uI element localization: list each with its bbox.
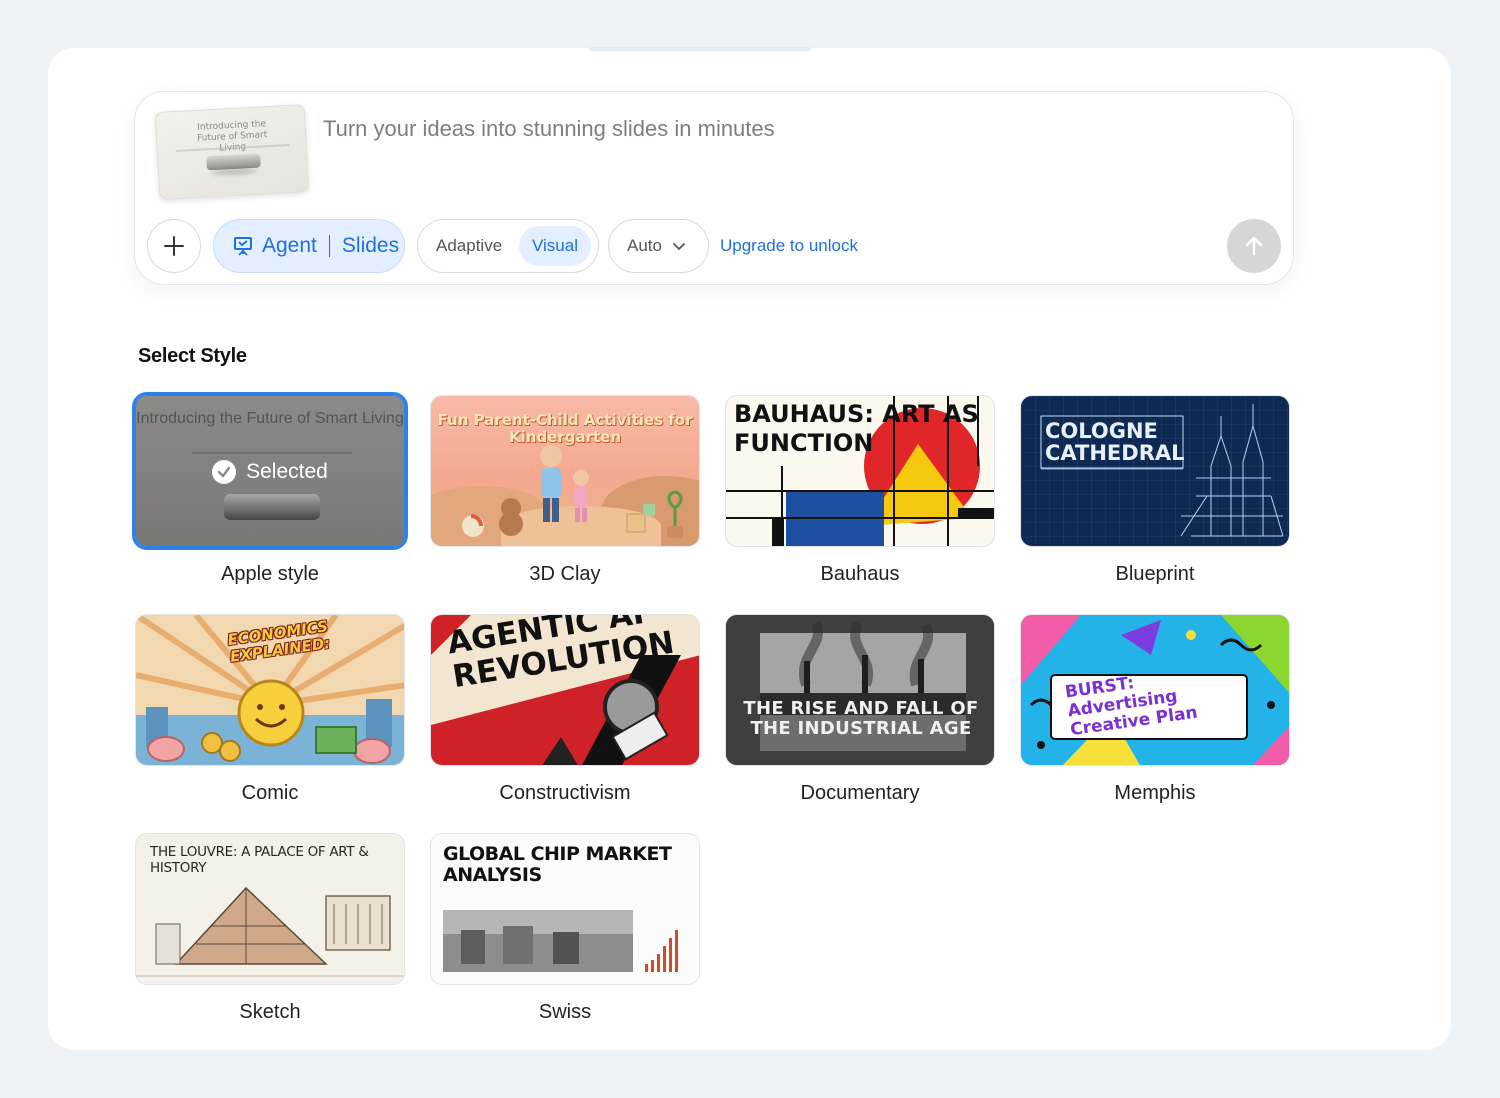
style-card-constructivism[interactable]: AGENTIC AI REVOLUTION Constructivism — [430, 614, 702, 805]
thumbnail-title: THE LOUVRE: A PALACE OF ART & HISTORY — [150, 844, 369, 876]
style-thumbnail: BURST: Advertising Creative Plan — [1020, 614, 1290, 766]
factory-photo-image — [726, 615, 994, 765]
style-label: 3D Clay — [529, 563, 601, 585]
style-card-bauhaus[interactable]: BAUHAUS: ART AS FUNCTION Bauhaus — [725, 395, 997, 586]
style-label: Memphis — [1114, 782, 1196, 804]
style-thumbnail: AGENTIC AI REVOLUTION — [430, 614, 700, 766]
style-label: Constructivism — [499, 782, 631, 804]
thumbnail-title: GLOBAL CHIP MARKET ANALYSIS — [443, 843, 672, 886]
style-card-3d-clay[interactable]: Fun Parent-Child Activities for Kinderga… — [430, 395, 702, 586]
agent-mode-label: Slides — [341, 234, 400, 257]
style-label: Blueprint — [1115, 563, 1195, 585]
mode-visual-option[interactable]: Visual — [519, 226, 591, 266]
style-thumbnail: Fun Parent-Child Activities for Kinderga… — [430, 395, 700, 547]
style-label: Bauhaus — [820, 563, 900, 585]
add-attachment-button[interactable] — [147, 219, 201, 273]
device-image — [206, 153, 261, 171]
prompt-input[interactable]: Turn your ideas into stunning slides in … — [323, 116, 775, 142]
plus-icon — [164, 236, 184, 256]
top-handle — [588, 47, 812, 51]
clay-figures-image — [462, 445, 683, 538]
style-label: Swiss — [538, 1001, 592, 1023]
style-card-swiss[interactable]: GLOBAL CHIP MARKET ANALYSIS Swiss — [430, 833, 702, 1024]
auto-dropdown[interactable]: Auto — [608, 219, 709, 273]
thumbnail-title: BAUHAUS: ART AS FUNCTION — [734, 400, 979, 457]
thumbnail-title: COLOGNE CATHEDRAL — [1045, 419, 1185, 465]
selected-text: Selected — [246, 460, 328, 483]
style-thumbnail: COLOGNE CATHEDRAL — [1020, 395, 1290, 547]
presentation-icon — [234, 237, 252, 256]
style-label: Apple style — [221, 563, 319, 585]
mode-adaptive-option[interactable]: Adaptive — [436, 236, 502, 256]
prompt-composer: Introducing the Future of Smart Living T… — [134, 91, 1294, 285]
style-card-comic[interactable]: ECONOMICS EXPLAINED: Comic — [135, 614, 407, 805]
attached-slide-thumbnail[interactable]: Introducing the Future of Smart Living — [154, 104, 310, 200]
style-label: Documentary — [800, 782, 920, 804]
style-thumbnail: GLOBAL CHIP MARKET ANALYSIS — [430, 833, 700, 985]
style-thumbnail: Introducing the Future of Smart Living S… — [132, 392, 408, 550]
selected-badge: Selected — [136, 460, 404, 484]
agent-slides-button[interactable]: Agent Slides — [213, 219, 405, 273]
style-thumbnail: ECONOMICS EXPLAINED: — [135, 614, 405, 766]
style-card-sketch[interactable]: THE LOUVRE: A PALACE OF ART & HISTORY Sk… — [135, 833, 407, 1024]
agent-label: Agent — [262, 234, 317, 257]
style-card-documentary[interactable]: THE RISE AND FALL OF THE INDUSTRIAL AGE … — [725, 614, 997, 805]
auto-label: Auto — [627, 236, 662, 255]
style-label: Comic — [241, 782, 299, 804]
style-thumbnail: THE LOUVRE: A PALACE OF ART & HISTORY — [135, 833, 405, 985]
style-card-apple[interactable]: Introducing the Future of Smart Living S… — [132, 392, 408, 586]
upgrade-link[interactable]: Upgrade to unlock — [720, 236, 858, 256]
chevron-down-icon — [673, 243, 685, 250]
arrow-up-icon — [1245, 236, 1263, 256]
style-card-blueprint[interactable]: COLOGNE CATHEDRAL Blueprint — [1020, 395, 1292, 586]
style-label: Sketch — [239, 1001, 301, 1023]
mode-toggle: Adaptive Visual — [417, 219, 599, 273]
section-title: Select Style — [138, 345, 247, 367]
thumbnail-title: THE RISE AND FALL OF THE INDUSTRIAL AGE — [743, 698, 979, 739]
check-icon — [212, 460, 237, 484]
send-button[interactable] — [1227, 219, 1281, 273]
style-thumbnail: THE RISE AND FALL OF THE INDUSTRIAL AGE — [725, 614, 995, 766]
style-card-memphis[interactable]: BURST: Advertising Creative Plan Memphis — [1020, 614, 1292, 805]
style-thumbnail: BAUHAUS: ART AS FUNCTION — [725, 395, 995, 547]
